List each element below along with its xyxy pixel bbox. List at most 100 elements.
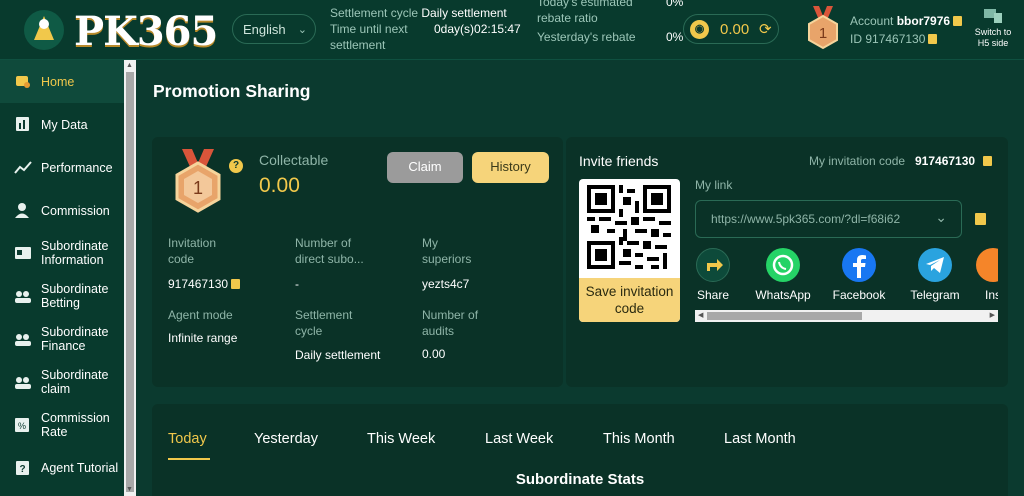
my-superiors-value: yezts4c7 bbox=[422, 277, 470, 291]
refresh-icon[interactable]: ⟳ bbox=[759, 20, 772, 38]
copy-icon[interactable] bbox=[231, 279, 241, 289]
copy-icon[interactable] bbox=[975, 213, 986, 225]
estimated-rebate-value: 0% bbox=[666, 0, 683, 10]
facebook-label: Facebook bbox=[832, 288, 886, 302]
copy-icon[interactable] bbox=[953, 16, 963, 26]
yesterday-rebate-label: Yesterday's rebate ratio bbox=[537, 30, 636, 44]
scrollbar-thumb[interactable] bbox=[707, 312, 862, 320]
save-invitation-code-button[interactable]: Save invitation code bbox=[579, 278, 680, 322]
sidebar-item-subordinate-betting[interactable]: Subordinate Betting bbox=[0, 275, 124, 318]
share-button[interactable]: Share bbox=[695, 248, 743, 302]
sidebar-item-label: Performance bbox=[41, 161, 113, 175]
sidebar-item-label: Subordinate Information bbox=[41, 239, 109, 267]
whatsapp-button[interactable]: WhatsApp bbox=[753, 248, 813, 302]
tab-today[interactable]: Today bbox=[168, 431, 207, 447]
tab-last-month[interactable]: Last Month bbox=[724, 431, 796, 447]
collectable-value: 0.00 bbox=[259, 174, 300, 197]
help-icon[interactable]: ? bbox=[229, 159, 243, 173]
account-info: Account bbor7976 ID 917467130 bbox=[850, 12, 963, 48]
agent-mode-value: Infinite range bbox=[168, 331, 238, 345]
claim-button[interactable]: Claim bbox=[387, 152, 463, 183]
facebook-button[interactable]: Facebook bbox=[829, 248, 889, 302]
my-link-label: My link bbox=[695, 178, 733, 192]
site-logo[interactable]: PK365 bbox=[16, 6, 218, 55]
agent-mode-label: Agent mode bbox=[168, 308, 233, 322]
history-button[interactable]: History bbox=[472, 152, 549, 183]
group-icon bbox=[15, 291, 31, 303]
invitation-code-label: Invitation code bbox=[168, 236, 217, 266]
scroll-down-arrow-icon[interactable]: ▼ bbox=[126, 486, 133, 493]
percent-icon: % bbox=[15, 418, 29, 432]
rank-medal-icon: 1 bbox=[175, 149, 221, 213]
copy-icon[interactable] bbox=[928, 34, 938, 44]
sidebar-item-label: Subordinate Betting bbox=[41, 282, 109, 310]
scrollbar-thumb[interactable] bbox=[126, 72, 134, 492]
my-invitation-code-text: 917467130 bbox=[915, 154, 976, 168]
switch-h5-button[interactable]: Switch to H5 side bbox=[968, 8, 1018, 49]
yesterday-rebate-number: 0% bbox=[666, 30, 684, 44]
facebook-icon bbox=[842, 248, 876, 282]
sidebar-item-commission-rate[interactable]: % Commission Rate bbox=[0, 404, 124, 447]
wallet-icon: ◉ bbox=[690, 20, 709, 39]
tab-last-week[interactable]: Last Week bbox=[485, 431, 553, 447]
chevron-down-icon[interactable]: ⌄ bbox=[935, 209, 947, 226]
next-settlement-label: Time until next settlement bbox=[330, 22, 408, 52]
next-settlement-time: 0day(s)02:15:47 bbox=[434, 22, 521, 36]
question-book-icon: ? bbox=[16, 461, 29, 475]
share-icon bbox=[696, 248, 730, 282]
invitation-code-value: 917467130 bbox=[168, 277, 241, 291]
scroll-up-arrow-icon[interactable]: ▲ bbox=[126, 62, 133, 69]
settlement-cycle-label: Settlement cycle bbox=[330, 6, 419, 20]
my-link-value: https://www.5pk365.com/?dl=f68i62 bbox=[711, 212, 901, 226]
chevron-down-icon: ⌄ bbox=[297, 24, 307, 36]
direct-subordinates-label: Number of direct subo... bbox=[295, 236, 364, 266]
sidebar-item-label: Commission bbox=[41, 204, 110, 218]
language-select[interactable]: English ⌄ bbox=[232, 14, 316, 44]
yesterday-rebate-value: 0% bbox=[666, 29, 683, 45]
group-icon bbox=[15, 334, 31, 346]
tab-yesterday[interactable]: Yesterday bbox=[254, 431, 318, 447]
sidebar-item-commission[interactable]: Commission bbox=[0, 189, 124, 232]
group-icon bbox=[15, 377, 31, 389]
sidebar-item-label: Commission Rate bbox=[41, 411, 110, 439]
switch-device-icon bbox=[984, 9, 1002, 23]
logo-text: PK365 bbox=[74, 8, 218, 55]
sidebar-item-agent-tutorial[interactable]: ? Agent Tutorial bbox=[0, 447, 124, 490]
sidebar-item-my-data[interactable]: My Data bbox=[0, 103, 124, 146]
copy-icon[interactable] bbox=[983, 156, 993, 166]
share-row-scrollbar[interactable]: ◀ ▶ bbox=[695, 310, 998, 322]
sidebar-item-label: My Data bbox=[41, 118, 88, 132]
id-card-icon bbox=[15, 247, 31, 259]
active-tab-underline bbox=[168, 458, 210, 460]
telegram-button[interactable]: Telegram bbox=[905, 248, 965, 302]
rank-badge-number: 1 bbox=[819, 25, 827, 42]
instagram-icon bbox=[976, 248, 998, 282]
sidebar-item-performance[interactable]: Performance bbox=[0, 146, 124, 189]
data-icon bbox=[16, 117, 29, 131]
my-superiors-label: My superiors bbox=[422, 236, 472, 266]
sidebar-scrollbar[interactable]: ▲ ▼ bbox=[124, 60, 136, 496]
sidebar-item-subordinate-information[interactable]: Subordinate Information bbox=[0, 232, 124, 275]
sidebar-item-subordinate-finance[interactable]: Subordinate Finance bbox=[0, 318, 124, 361]
estimated-rebate-number: 0% bbox=[666, 0, 684, 9]
scroll-right-arrow-icon[interactable]: ▶ bbox=[990, 311, 995, 319]
invite-title: Invite friends bbox=[579, 153, 659, 169]
whatsapp-label: WhatsApp bbox=[755, 288, 811, 302]
telegram-label: Telegram bbox=[910, 288, 960, 302]
tab-this-week[interactable]: This Week bbox=[367, 431, 435, 447]
my-link-field[interactable]: https://www.5pk365.com/?dl=f68i62 ⌄ bbox=[695, 200, 962, 238]
next-settlement-value: 0day(s)02:15:47 bbox=[434, 21, 521, 37]
rank-medal-icon: 1 bbox=[808, 6, 838, 50]
sidebar-item-subordinate-claim[interactable]: Subordinate claim bbox=[0, 361, 124, 404]
whatsapp-icon bbox=[766, 248, 800, 282]
balance-value: 0.00 bbox=[720, 21, 750, 38]
subordinate-stats-title: Subordinate Stats bbox=[515, 471, 645, 488]
scroll-left-arrow-icon[interactable]: ◀ bbox=[698, 311, 703, 319]
svg-text:?: ? bbox=[19, 464, 25, 475]
instagram-label: Ins bbox=[984, 288, 998, 302]
instagram-button[interactable]: Ins bbox=[973, 248, 998, 302]
collectable-label: Collectable bbox=[259, 152, 329, 168]
sidebar-item-home[interactable]: Home bbox=[0, 60, 124, 103]
invite-panel: Invite friends My invitation code 917467… bbox=[566, 137, 1008, 387]
tab-this-month[interactable]: This Month bbox=[603, 431, 675, 447]
